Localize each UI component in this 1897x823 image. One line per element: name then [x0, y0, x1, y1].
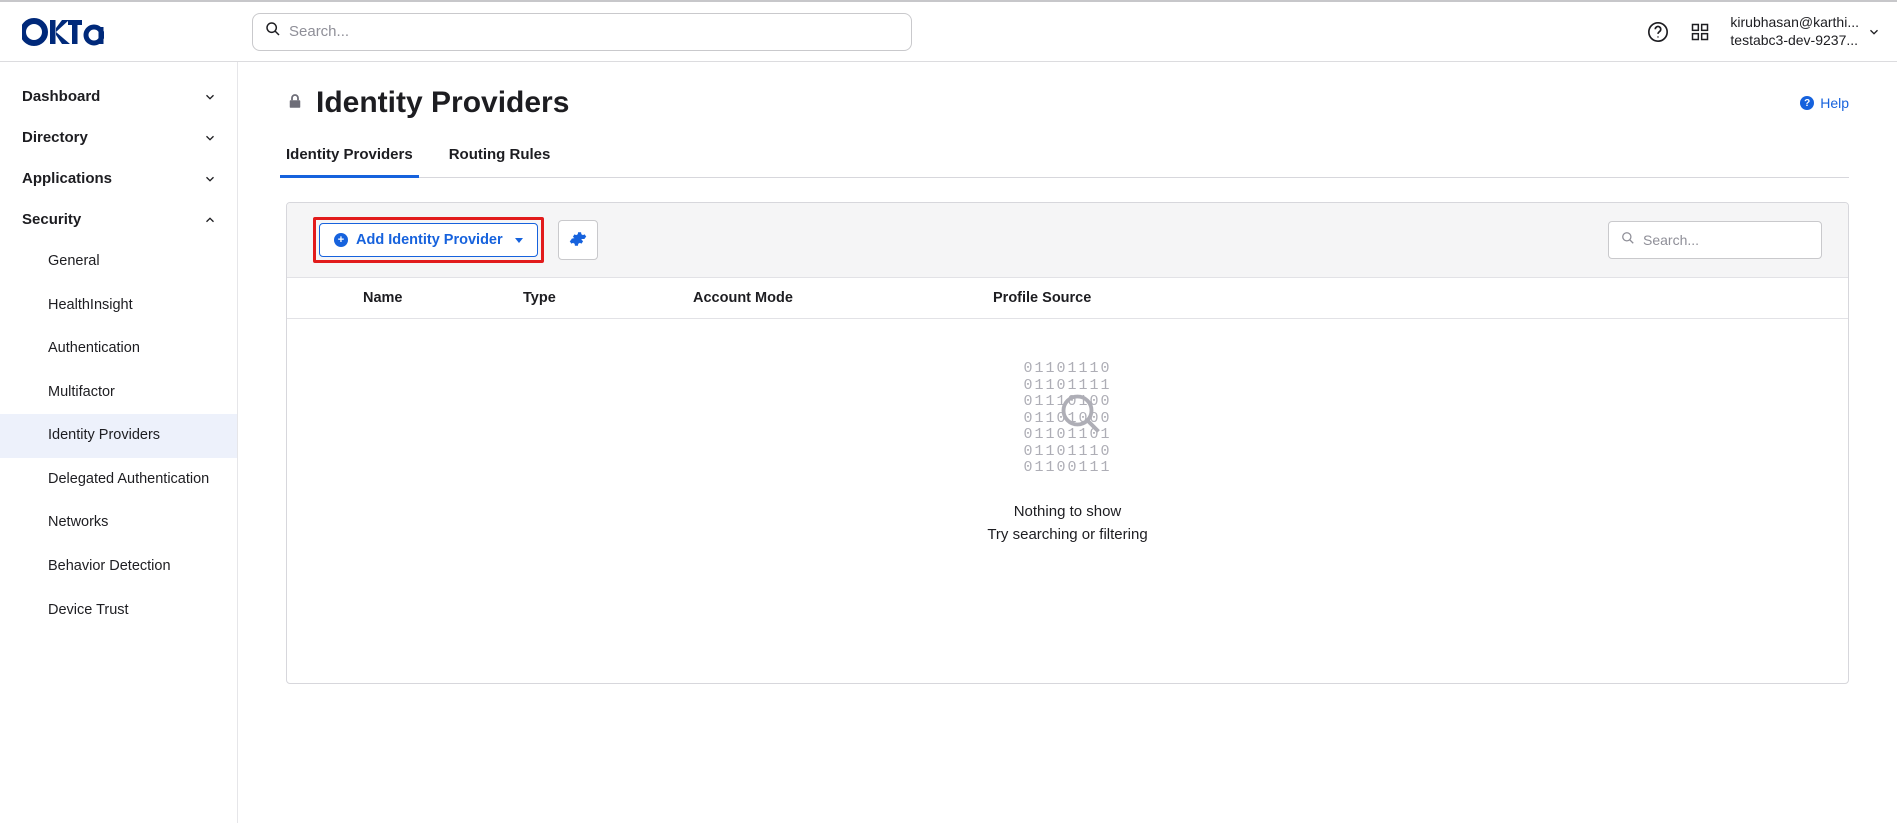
- user-email: kirubhasan@karthi...: [1730, 14, 1859, 32]
- panel-search-input[interactable]: [1643, 232, 1824, 248]
- tab-routing-rules[interactable]: Routing Rules: [449, 138, 551, 177]
- sidebar-item-label: Networks: [48, 514, 108, 530]
- gear-icon: [569, 230, 587, 251]
- page-title-text: Identity Providers: [316, 86, 569, 120]
- binary-line: 01101110: [1023, 444, 1111, 461]
- th-type: Type: [523, 290, 693, 306]
- apps-icon[interactable]: [1688, 20, 1712, 44]
- sidebar-item-label: Authentication: [48, 340, 140, 356]
- sidebar-item-healthinsight[interactable]: HealthInsight: [0, 284, 237, 328]
- sidebar-item-behavior-detection[interactable]: Behavior Detection: [0, 545, 237, 589]
- search-icon: [1621, 231, 1635, 250]
- binary-line: 01100111: [1023, 460, 1111, 477]
- sidebar-section-applications[interactable]: Applications: [0, 158, 237, 199]
- empty-illustration: 01101110 01101111 01110100 01101000 0110…: [1023, 361, 1111, 477]
- sidebar-item-label: General: [48, 253, 100, 269]
- magnifier-icon: [1060, 393, 1102, 435]
- settings-button[interactable]: [558, 220, 598, 260]
- tab-label: Identity Providers: [286, 146, 413, 163]
- help-badge-icon: ?: [1800, 96, 1814, 110]
- okta-logo: [22, 18, 104, 46]
- help-link-label: Help: [1820, 95, 1849, 111]
- chevron-down-icon: [203, 90, 217, 104]
- sidebar-section-label: Directory: [22, 129, 88, 146]
- user-menu[interactable]: kirubhasan@karthi... testabc3-dev-9237..…: [1730, 14, 1881, 49]
- sidebar-item-label: HealthInsight: [48, 297, 133, 313]
- global-search[interactable]: [252, 13, 912, 51]
- sidebar-item-label: Device Trust: [48, 602, 129, 618]
- help-icon[interactable]: [1646, 20, 1670, 44]
- sidebar-item-delegated-authentication[interactable]: Delegated Authentication: [0, 458, 237, 502]
- sidebar-section-security[interactable]: Security: [0, 199, 237, 240]
- binary-line: 01101110: [1023, 361, 1111, 378]
- sidebar-item-networks[interactable]: Networks: [0, 501, 237, 545]
- main-content: Identity Providers ? Help Identity Provi…: [238, 62, 1897, 823]
- sidebar-section-label: Dashboard: [22, 88, 100, 105]
- chevron-down-icon: [203, 131, 217, 145]
- sidebar: Dashboard Directory Applications Securit…: [0, 62, 238, 823]
- tabs: Identity Providers Routing Rules: [286, 138, 1849, 178]
- user-org: testabc3-dev-9237...: [1730, 32, 1859, 50]
- empty-headline: Nothing to show: [1014, 503, 1122, 520]
- search-icon: [265, 21, 281, 42]
- sidebar-section-dashboard[interactable]: Dashboard: [0, 76, 237, 117]
- page-title: Identity Providers: [286, 86, 569, 120]
- page-title-row: Identity Providers ? Help: [286, 86, 1849, 120]
- sidebar-item-label: Behavior Detection: [48, 558, 171, 574]
- add-identity-provider-button[interactable]: + Add Identity Provider: [319, 223, 538, 257]
- th-name: Name: [363, 290, 523, 306]
- sidebar-item-device-trust[interactable]: Device Trust: [0, 589, 237, 633]
- chevron-down-icon: [1867, 25, 1881, 39]
- sidebar-item-authentication[interactable]: Authentication: [0, 327, 237, 371]
- sidebar-section-label: Applications: [22, 170, 112, 187]
- sidebar-section-directory[interactable]: Directory: [0, 117, 237, 158]
- chevron-down-icon: [203, 172, 217, 186]
- empty-state: 01101110 01101111 01110100 01101000 0110…: [287, 319, 1848, 683]
- topbar: kirubhasan@karthi... testabc3-dev-9237..…: [0, 2, 1897, 62]
- th-account-mode: Account Mode: [693, 290, 993, 306]
- toolbar-left: + Add Identity Provider: [313, 217, 598, 263]
- sidebar-section-label: Security: [22, 211, 81, 228]
- sidebar-item-label: Delegated Authentication: [48, 471, 209, 487]
- idp-panel: + Add Identity Provider: [286, 202, 1849, 684]
- caret-down-icon: [515, 238, 523, 243]
- tab-label: Routing Rules: [449, 146, 551, 163]
- global-search-input[interactable]: [289, 23, 899, 40]
- app-root: kirubhasan@karthi... testabc3-dev-9237..…: [0, 0, 1897, 823]
- highlight-box: + Add Identity Provider: [313, 217, 544, 263]
- binary-line: 01101111: [1023, 378, 1111, 395]
- add-button-label: Add Identity Provider: [356, 232, 503, 248]
- sidebar-item-general[interactable]: General: [0, 240, 237, 284]
- table-header: Name Type Account Mode Profile Source: [287, 278, 1848, 319]
- sidebar-item-identity-providers[interactable]: Identity Providers: [0, 414, 237, 458]
- panel-search[interactable]: [1608, 221, 1822, 259]
- chevron-up-icon: [203, 213, 217, 227]
- lock-icon: [286, 91, 304, 116]
- panel-toolbar: + Add Identity Provider: [287, 203, 1848, 278]
- sidebar-item-label: Multifactor: [48, 384, 115, 400]
- empty-subline: Try searching or filtering: [987, 526, 1147, 543]
- body: Dashboard Directory Applications Securit…: [0, 62, 1897, 823]
- tab-identity-providers[interactable]: Identity Providers: [286, 138, 413, 177]
- help-link[interactable]: ? Help: [1800, 95, 1849, 111]
- sidebar-item-multifactor[interactable]: Multifactor: [0, 371, 237, 415]
- sidebar-item-label: Identity Providers: [48, 427, 160, 443]
- plus-icon: +: [334, 233, 348, 247]
- topbar-right: kirubhasan@karthi... testabc3-dev-9237..…: [1646, 14, 1881, 49]
- th-profile-source: Profile Source: [993, 290, 1253, 306]
- user-text: kirubhasan@karthi... testabc3-dev-9237..…: [1730, 14, 1859, 49]
